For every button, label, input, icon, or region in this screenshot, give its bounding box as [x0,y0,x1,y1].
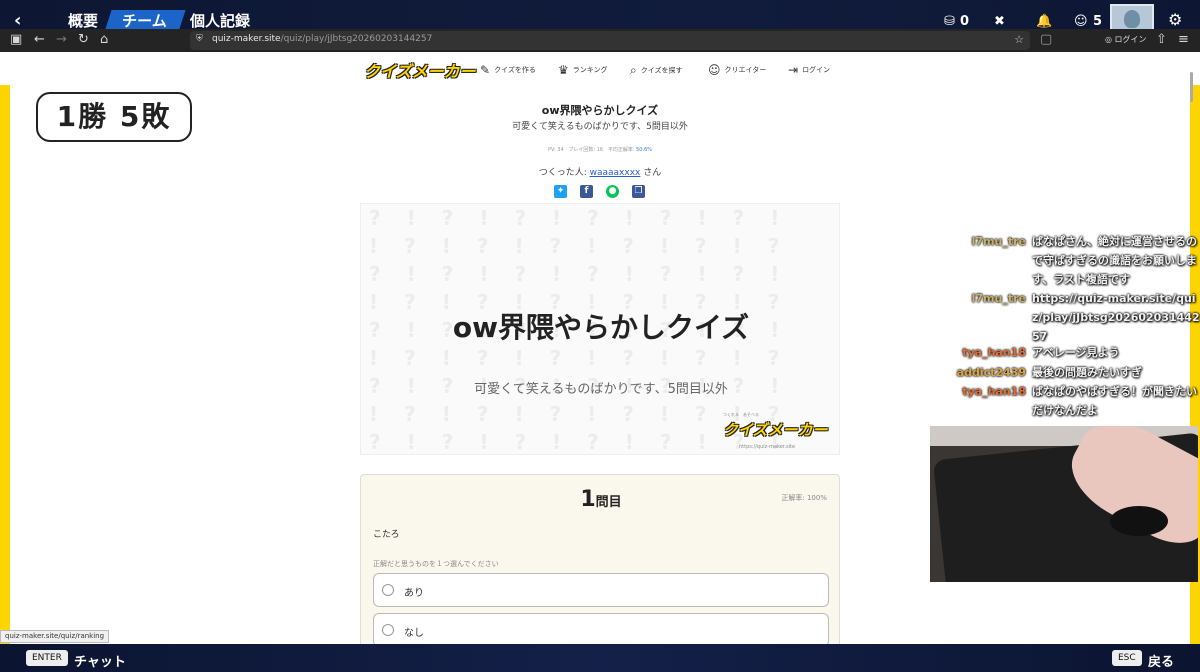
bookmark-star-icon[interactable]: ☆ [1014,33,1024,46]
quiz-stats: PV: 34 プレイ回数: 16 平均正解率: 50.6% [360,146,840,153]
chat-username: l7mu_tre [971,235,1026,248]
question-number-value: 1 [580,487,596,512]
chat-username: tya_han18 [962,385,1026,398]
twitter-icon[interactable]: ✦ [554,185,567,198]
nav-login-label: ログイン [802,66,831,74]
question-correct-rate: 正解率: 100% [781,494,827,502]
search-icon: ⌕ [630,63,637,77]
hero-logo-url: https://quiz-maker.site [739,444,796,450]
quiz-plays: プレイ回数: 16 [568,147,604,153]
nav-search-quiz[interactable]: ⌕ クイズを探す [630,63,683,78]
nav-creator[interactable]: ☺ クリエイター [708,63,766,77]
chat-text: 最後の問題みたいすぎ [1032,366,1142,379]
quiz-hero-image: ?!?!?!?!?!?!!?!?!?!?!?!??!?!?!?!?!?!!?!?… [360,203,840,455]
enter-key-hint: ENTER [26,650,68,666]
win-loss-record: 1勝 5敗 [36,92,192,142]
nav-search-quiz-label: クイズを探す [640,66,683,75]
share-icon[interactable]: ⇧ [1156,32,1167,47]
question-number-suffix: 問目 [595,495,622,510]
forward-icon[interactable]: → [56,32,67,47]
url-domain: quiz-maker.site [212,34,281,44]
facebook-icon[interactable]: f [580,185,593,198]
url-path: /quiz/play/jJbtsg20260203144257 [280,34,433,44]
hero-title: ow界隈やらかしクイズ [452,311,750,344]
pencil-icon: ✎ [480,63,491,77]
gear-icon[interactable]: ⚙ [1168,10,1182,29]
esc-key-hint: ESC [1112,650,1142,666]
quiz-pv: PV: 34 [547,147,564,153]
chat-text: ばなぱのやばすぎる！が聞きたいだけなんだよ [1032,385,1197,417]
chat-username: addict2439 [956,366,1026,379]
game-bottom-bar [0,644,1200,672]
answer-option-label: あり [404,588,424,599]
friends-count: 5 [1093,14,1103,29]
crossed-swords-icon[interactable]: ✖ [994,14,1005,29]
radio-button[interactable] [382,584,394,596]
crown-icon: ♛ [558,63,569,77]
chat-text: ばなぱさん、絶対に運営させるので守ばすぎるの識語をお願いします、ラスト複語です [1032,235,1197,286]
tab-team-label: チーム [122,12,167,30]
menu-icon[interactable]: ≡ [1178,32,1189,47]
user-icon: ☺ [708,63,721,77]
game-top-bar: ‹ 概要 チーム 個人記録 ⛁ 0 ✖ 🔔 ☺ 5 ⚙ [0,0,1200,34]
coin-icon: ⛁ [944,14,955,29]
quiz-subtitle: 可愛くて笑えるものばかりです、5問目以外 [512,122,688,132]
nav-ranking[interactable]: ♛ ランキング [558,63,608,77]
extensions-icon[interactable]: ▢ [1040,32,1052,47]
shield-icon: ⛨ [196,34,203,44]
mouse [1110,506,1168,536]
quiz-avg-value: 50.6% [636,147,653,153]
site-logo[interactable]: クイズメーカー [364,58,476,82]
site-header: クイズメーカー ✎ クイズを作る ♛ ランキング ⌕ クイズを探す ☺ クリエイター ⇥… [0,52,1200,85]
reload-icon[interactable]: ↻ [78,32,89,47]
friends-icon[interactable]: ☺ [1074,14,1088,29]
hero-subtitle: 可愛くて笑えるものばかりです、5問目以外 [474,382,728,397]
line-icon[interactable]: ● [606,185,619,198]
account-login-label: ログイン [1114,35,1147,44]
nav-creator-label: クリエイター [724,66,767,74]
link-status-tooltip: quiz-maker.site/quiz/ranking [0,630,110,643]
back-button[interactable]: 戻る [1148,651,1174,670]
answer-option-2[interactable]: なし [373,613,829,647]
bell-icon[interactable]: 🔔 [1036,14,1052,29]
quiz-title: ow界隈やらかしクイズ [541,104,659,117]
author-link[interactable]: waaaaxxxx [590,168,641,178]
hero-logo-tagline: つくれる あそべる [723,412,759,417]
account-login-button[interactable]: ◎ ログイン [1105,34,1147,45]
question-text: こたろ [373,530,400,540]
webcam-feed [930,426,1198,582]
nav-ranking-label: ランキング [572,66,608,74]
scrollbar-thumb[interactable] [1190,72,1193,102]
chat-username: l7mu_tre [971,292,1026,305]
quiz-author: つくった人: waaaaxxxx さん [360,165,840,178]
tab-switch-icon[interactable]: ▣ [10,32,22,47]
author-prefix: つくった人: [538,168,587,178]
chat-username: tya_han18 [962,346,1026,359]
chat-button[interactable]: チャット [74,651,126,670]
question-number: 1問目 [361,487,841,512]
author-suffix: さん [643,168,662,178]
login-icon: ⇥ [788,63,799,77]
answer-option-1[interactable]: あり [373,573,829,607]
browser-toolbar: ▣ ← → ↻ ⌂ ⛨ quiz-maker.site/quiz/play/jJ… [0,29,1200,52]
share-buttons: ✦ f ● ❐ [554,185,654,201]
address-bar[interactable]: ⛨ quiz-maker.site/quiz/play/jJbtsg202602… [190,31,1030,50]
hero-logo: クイズメーカー [723,421,828,439]
copy-icon[interactable]: ❐ [632,185,645,198]
chat-text: https://quiz-maker.site/quiz/play/jJbtsg… [1032,292,1200,343]
currency-count: 0 [960,14,970,29]
nav-login[interactable]: ⇥ ログイン [788,63,830,77]
answer-option-label: なし [404,628,424,639]
question-instruction: 正解だと思うものを１つ選んでください [373,560,499,568]
home-icon[interactable]: ⌂ [100,32,108,47]
radio-button[interactable] [382,624,394,636]
question-card: 1問目 正解率: 100% こたろ 正解だと思うものを１つ選んでください あり … [360,474,840,654]
url-text: quiz-maker.site/quiz/play/jJbtsg20260203… [212,34,432,44]
back-icon[interactable]: ← [34,32,45,47]
nav-create-quiz[interactable]: ✎ クイズを作る [480,63,536,77]
nav-create-quiz-label: クイズを作る [494,66,536,74]
quiz-avg-label: 平均正解率: [607,147,635,153]
chat-text: アベレージ見よう [1032,346,1120,359]
